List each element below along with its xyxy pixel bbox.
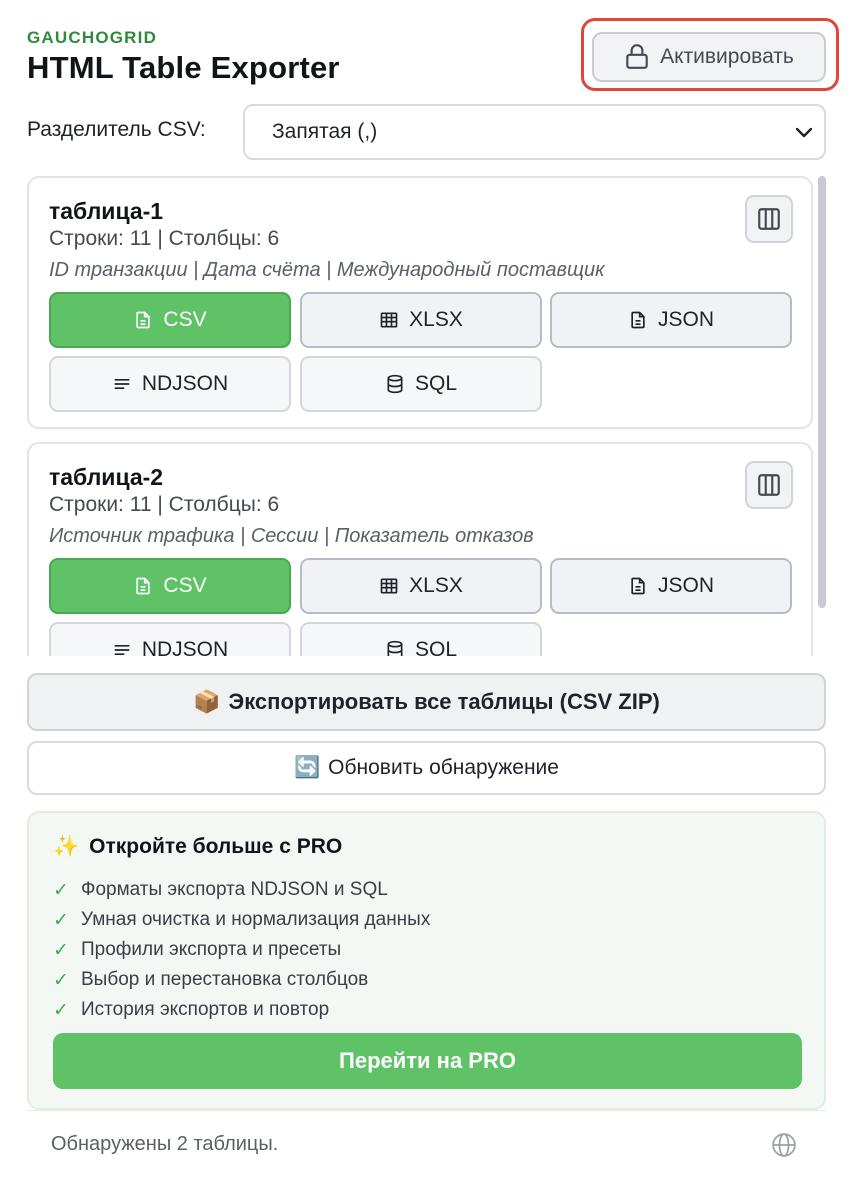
- export-sql-label: SQL: [414, 372, 458, 395]
- refresh-detection-button[interactable]: 🔄 Обновить обнаружение: [27, 741, 826, 795]
- csv-separator-value: Запятая (,): [272, 120, 378, 143]
- table-name: таблица-2: [49, 464, 164, 490]
- export-csv-button[interactable]: CSV: [49, 558, 291, 614]
- table-headers-preview: Источник трафика | Сессии | Показатель о…: [49, 525, 534, 547]
- check-icon: ✓: [53, 939, 69, 961]
- pro-title: ✨ Откройте больше с PRO: [53, 835, 342, 859]
- file-icon: [136, 577, 151, 595]
- table-name: таблица-1: [49, 198, 164, 224]
- tables-scrollbar[interactable]: [815, 176, 827, 656]
- list-item: ✓ Выбор и перестановка столбцов: [53, 965, 430, 995]
- export-csv-label: CSV: [163, 574, 207, 597]
- globe-icon[interactable]: [771, 1132, 797, 1158]
- activate-label: Активировать: [660, 45, 794, 68]
- pro-feature: Форматы экспорта NDJSON и SQL: [81, 879, 388, 900]
- lock-icon: [626, 44, 648, 69]
- export-sql-button[interactable]: SQL: [300, 356, 542, 412]
- export-ndjson-label: NDJSON: [141, 372, 229, 395]
- check-icon: ✓: [53, 999, 69, 1021]
- export-xlsx-button[interactable]: XLSX: [300, 558, 542, 614]
- columns-icon: [758, 208, 780, 230]
- export-ndjson-button[interactable]: NDJSON: [49, 356, 291, 412]
- table-grid-icon: [380, 578, 398, 594]
- pro-feature: Выбор и перестановка столбцов: [81, 969, 369, 990]
- package-icon: 📦: [193, 689, 221, 714]
- export-xlsx-button[interactable]: XLSX: [300, 292, 542, 348]
- export-xlsx-label: XLSX: [409, 574, 463, 597]
- table-card: таблица-1 Строки: 11 | Столбцы: 6 ID тра…: [27, 176, 813, 429]
- csv-separator-label: Разделитель CSV:: [27, 118, 206, 141]
- table-meta: Строки: 11 | Столбцы: 6: [49, 227, 280, 250]
- columns-button[interactable]: [745, 195, 793, 243]
- columns-icon: [758, 474, 780, 496]
- list-item: ✓ Форматы экспорта NDJSON и SQL: [53, 875, 430, 905]
- lines-icon: [114, 645, 130, 655]
- export-json-label: JSON: [657, 308, 714, 331]
- chevron-down-icon: [795, 127, 813, 138]
- list-item: ✓ История экспортов и повтор: [53, 995, 430, 1025]
- pro-feature: Профили экспорта и пресеты: [81, 939, 342, 960]
- brand-label: GAUCHOGRID: [27, 28, 158, 47]
- scrollbar-thumb[interactable]: [818, 176, 826, 608]
- footer-divider: [27, 1110, 826, 1111]
- database-icon: [387, 640, 403, 656]
- pro-feature: История экспортов и повтор: [81, 999, 330, 1020]
- activate-button[interactable]: Активировать: [592, 32, 826, 82]
- pro-upsell-panel: ✨ Откройте больше с PRO ✓ Форматы экспорт…: [27, 811, 826, 1110]
- table-meta: Строки: 11 | Столбцы: 6: [49, 493, 280, 516]
- export-ndjson-button[interactable]: NDJSON: [49, 622, 291, 656]
- refresh-label: Обновить обнаружение: [328, 756, 559, 779]
- pro-feature: Умная очистка и нормализация данных: [81, 909, 431, 930]
- file-text-icon: [631, 577, 645, 595]
- export-json-button[interactable]: JSON: [550, 292, 792, 348]
- export-all-label: Экспортировать все таблицы (CSV ZIP): [228, 689, 660, 714]
- tables-list[interactable]: таблица-1 Строки: 11 | Столбцы: 6 ID тра…: [27, 176, 827, 656]
- file-icon: [136, 311, 151, 329]
- refresh-icon: 🔄: [294, 756, 321, 779]
- csv-separator-select[interactable]: Запятая (,): [243, 104, 826, 160]
- export-sql-button[interactable]: SQL: [300, 622, 542, 656]
- export-ndjson-label: NDJSON: [141, 638, 229, 656]
- pro-title-text: Откройте больше с PRO: [89, 835, 343, 858]
- check-icon: ✓: [53, 879, 69, 901]
- pro-feature-list: ✓ Форматы экспорта NDJSON и SQL ✓ Умная оч…: [53, 875, 430, 1025]
- export-json-label: JSON: [657, 574, 714, 597]
- database-icon: [387, 374, 403, 394]
- check-icon: ✓: [53, 969, 69, 991]
- export-json-button[interactable]: JSON: [550, 558, 792, 614]
- check-icon: ✓: [53, 909, 69, 931]
- list-item: ✓ Умная очистка и нормализация данных: [53, 905, 430, 935]
- export-xlsx-label: XLSX: [409, 308, 463, 331]
- upgrade-to-pro-button[interactable]: Перейти на PRO: [53, 1033, 802, 1089]
- status-text: Обнаружены 2 таблицы.: [51, 1133, 279, 1155]
- list-item: ✓ Профили экспорта и пресеты: [53, 935, 430, 965]
- export-sql-label: SQL: [414, 638, 458, 656]
- export-all-button[interactable]: 📦 Экспортировать все таблицы (CSV ZIP): [27, 673, 826, 731]
- lines-icon: [114, 379, 130, 389]
- export-csv-button[interactable]: CSV: [49, 292, 291, 348]
- export-csv-label: CSV: [163, 308, 207, 331]
- table-card: таблица-2 Строки: 11 | Столбцы: 6 Источн…: [27, 442, 813, 656]
- columns-button[interactable]: [745, 461, 793, 509]
- table-headers-preview: ID транзакции | Дата счёта | Международн…: [49, 259, 605, 281]
- sparkles-icon: ✨: [53, 835, 80, 858]
- table-grid-icon: [380, 312, 398, 328]
- app-title: HTML Table Exporter: [27, 50, 340, 85]
- file-text-icon: [631, 311, 645, 329]
